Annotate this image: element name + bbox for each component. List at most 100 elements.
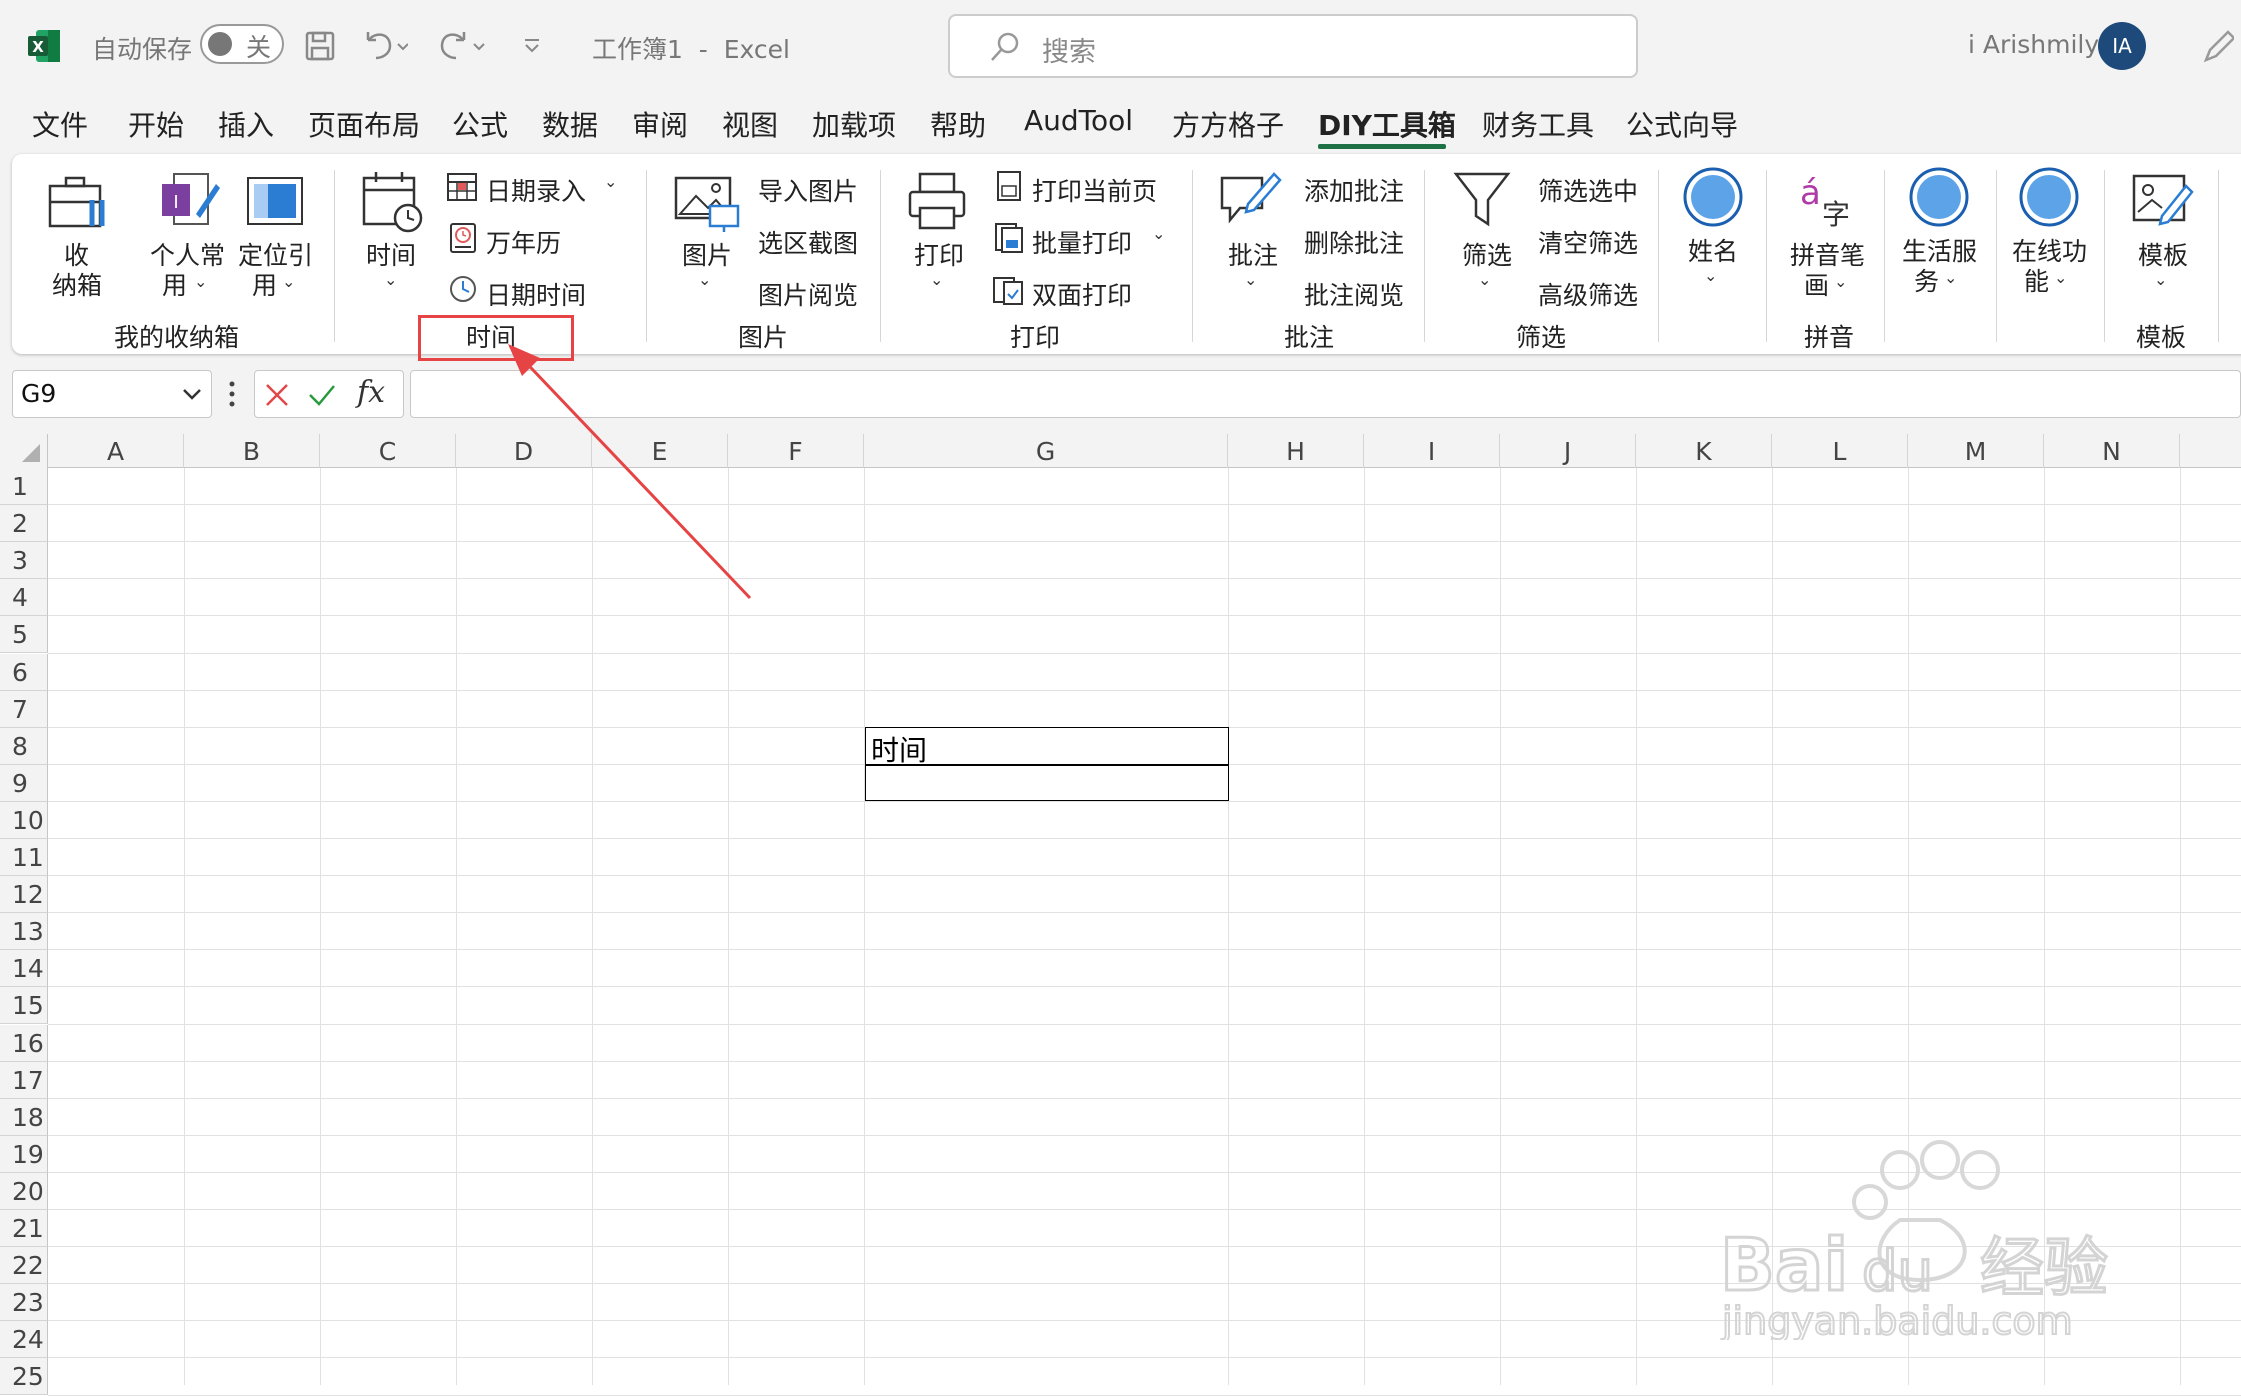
row-header-15[interactable]: 15 xyxy=(0,987,48,1025)
chevron-down-icon[interactable]: ⌄ xyxy=(282,272,295,291)
row-header-21[interactable]: 21 xyxy=(0,1210,48,1247)
row-header-5[interactable]: 5 xyxy=(0,616,48,654)
column-header-g[interactable]: G xyxy=(864,434,1228,468)
row-header-14[interactable]: 14 xyxy=(0,950,48,988)
pinyin-strokes-label-2[interactable]: 画 xyxy=(1804,266,1829,302)
row-header-11[interactable]: 11 xyxy=(0,839,48,876)
tab-finance-tools[interactable]: 财务工具 xyxy=(1482,104,1594,144)
autosave-toggle[interactable]: 关 xyxy=(200,24,284,64)
column-header-i[interactable]: I xyxy=(1364,434,1500,468)
print-button-label[interactable]: 打印 xyxy=(914,236,964,272)
tab-view[interactable]: 视图 xyxy=(722,104,778,144)
picture-button-label[interactable]: 图片 xyxy=(682,236,732,272)
time-button-label[interactable]: 时间 xyxy=(366,236,416,272)
filter-button-label[interactable]: 筛选 xyxy=(1462,236,1512,272)
life-service-label-2[interactable]: 务 xyxy=(1914,262,1939,298)
comment-button-label[interactable]: 批注 xyxy=(1228,236,1278,272)
date-entry-label[interactable]: 日期录入 xyxy=(486,172,586,208)
advanced-filter-label[interactable]: 高级筛选 xyxy=(1538,276,1638,312)
row-header-10[interactable]: 10 xyxy=(0,801,48,839)
template-button-label[interactable]: 模板 xyxy=(2138,236,2188,272)
region-screenshot-label[interactable]: 选区截图 xyxy=(758,224,858,260)
print-current-page-label[interactable]: 打印当前页 xyxy=(1032,172,1157,208)
row-header-19[interactable]: 19 xyxy=(0,1135,48,1173)
row-header-16[interactable]: 16 xyxy=(0,1024,48,1062)
column-header-l[interactable]: L xyxy=(1772,434,1908,468)
row-header-9[interactable]: 9 xyxy=(0,764,48,802)
filter-selected-label[interactable]: 筛选选中 xyxy=(1538,172,1638,208)
tab-addins[interactable]: 加载项 xyxy=(812,104,896,144)
tab-data[interactable]: 数据 xyxy=(542,104,598,144)
chevron-down-icon[interactable]: ⌄ xyxy=(604,172,617,191)
column-header-k[interactable]: K xyxy=(1636,434,1772,468)
storage-box-label-2[interactable]: 纳箱 xyxy=(52,266,102,302)
row-header-13[interactable]: 13 xyxy=(0,913,48,951)
row-header-7[interactable]: 7 xyxy=(0,690,48,728)
column-header-m[interactable]: M xyxy=(1908,434,2044,468)
tab-diy-toolbox[interactable]: DIY工具箱 xyxy=(1318,104,1456,144)
tab-formula-wizard[interactable]: 公式向导 xyxy=(1626,104,1738,144)
personal-common-label-2[interactable]: 用 xyxy=(162,266,187,302)
row-header-23[interactable]: 23 xyxy=(0,1284,48,1322)
picture-viewer-label[interactable]: 图片阅览 xyxy=(758,276,858,312)
row-header-20[interactable]: 20 xyxy=(0,1172,48,1210)
batch-print-label[interactable]: 批量打印 xyxy=(1032,224,1132,260)
row-header-8[interactable]: 8 xyxy=(0,727,48,765)
insert-function-icon[interactable]: fx xyxy=(357,375,385,410)
cell-g8[interactable]: 时间 xyxy=(871,729,927,769)
comment-viewer-label[interactable]: 批注阅览 xyxy=(1304,276,1404,312)
column-header-c[interactable]: C xyxy=(320,434,456,468)
confirm-icon[interactable] xyxy=(307,381,337,413)
tab-formulas[interactable]: 公式 xyxy=(452,104,508,144)
duplex-print-label[interactable]: 双面打印 xyxy=(1032,276,1132,312)
chevron-down-icon[interactable]: ⌄ xyxy=(384,270,397,289)
column-header-b[interactable]: B xyxy=(184,434,320,468)
search-box[interactable]: 搜索 xyxy=(948,14,1638,78)
row-header-17[interactable]: 17 xyxy=(0,1061,48,1099)
tab-file[interactable]: 文件 xyxy=(32,104,88,144)
column-header-n[interactable]: N xyxy=(2044,434,2180,468)
add-comment-label[interactable]: 添加批注 xyxy=(1304,172,1404,208)
tab-page-layout[interactable]: 页面布局 xyxy=(308,104,420,144)
import-picture-label[interactable]: 导入图片 xyxy=(758,172,858,208)
row-header-6[interactable]: 6 xyxy=(0,653,48,691)
perpetual-calendar-label[interactable]: 万年历 xyxy=(486,224,561,260)
row-header-3[interactable]: 3 xyxy=(0,542,48,580)
tab-fangfang[interactable]: 方方格子 xyxy=(1172,104,1284,144)
row-header-25[interactable]: 25 xyxy=(0,1358,48,1396)
chevron-down-icon[interactable]: ⌄ xyxy=(930,270,943,289)
row-header-4[interactable]: 4 xyxy=(0,579,48,617)
row-header-24[interactable]: 24 xyxy=(0,1321,48,1359)
column-header-j[interactable]: J xyxy=(1500,434,1636,468)
chevron-down-icon[interactable] xyxy=(181,383,203,409)
column-header-h[interactable]: H xyxy=(1228,434,1364,468)
row-header-2[interactable]: 2 xyxy=(0,505,48,543)
date-time-label[interactable]: 日期时间 xyxy=(486,276,586,312)
chevron-down-icon[interactable]: ⌄ xyxy=(1478,270,1491,289)
row-header-18[interactable]: 18 xyxy=(0,1098,48,1136)
tab-help[interactable]: 帮助 xyxy=(930,104,986,144)
name-button-label[interactable]: 姓名 xyxy=(1688,232,1738,268)
name-box[interactable]: G9 xyxy=(12,370,212,418)
chevron-down-icon[interactable]: ⌄ xyxy=(194,272,207,291)
row-header-1[interactable]: 1 xyxy=(0,468,48,505)
chevron-down-icon[interactable]: ⌄ xyxy=(1244,270,1257,289)
redo-icon[interactable] xyxy=(436,28,486,68)
clear-filter-label[interactable]: 清空筛选 xyxy=(1538,224,1638,260)
row-header-12[interactable]: 12 xyxy=(0,876,48,914)
avatar[interactable]: IA xyxy=(2098,22,2146,70)
tab-insert[interactable]: 插入 xyxy=(218,104,274,144)
undo-icon[interactable] xyxy=(360,28,409,68)
tab-home[interactable]: 开始 xyxy=(128,104,184,144)
chevron-down-icon[interactable]: ⌄ xyxy=(2054,268,2067,287)
row-header-22[interactable]: 22 xyxy=(0,1247,48,1285)
cancel-icon[interactable] xyxy=(263,381,291,413)
user-name[interactable]: i Arishmily xyxy=(1968,30,2099,59)
pen-icon[interactable] xyxy=(2200,26,2236,70)
tab-audtool[interactable]: AudTool xyxy=(1024,104,1133,137)
chevron-down-icon[interactable]: ⌄ xyxy=(2154,270,2167,289)
column-header-a[interactable]: A xyxy=(48,434,184,468)
delete-comment-label[interactable]: 删除批注 xyxy=(1304,224,1404,260)
chevron-down-icon[interactable]: ⌄ xyxy=(1944,268,1957,287)
chevron-down-icon[interactable]: ⌄ xyxy=(1704,266,1717,285)
